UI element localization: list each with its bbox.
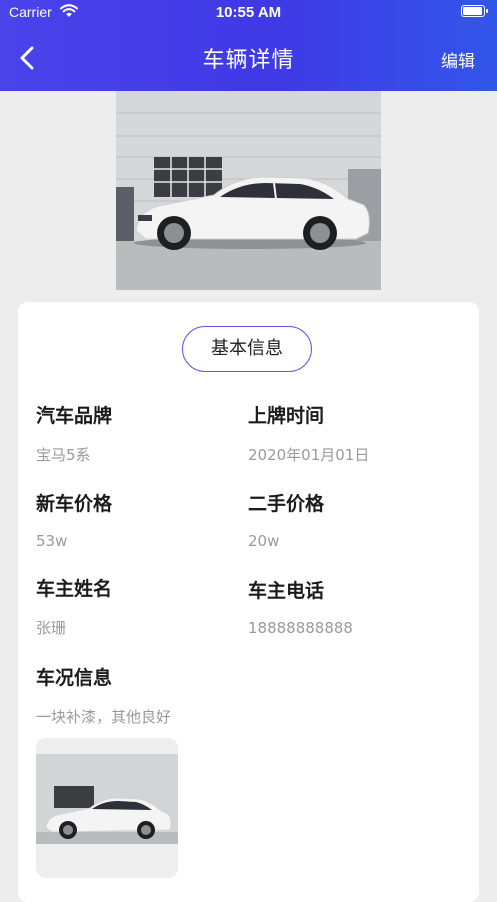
status-bar: Carrier 10:55 AM (0, 0, 497, 26)
field-label: 二手价格 (248, 493, 325, 515)
field-label: 上牌时间 (248, 405, 325, 427)
field-value: 2020年01月01日 (248, 446, 370, 464)
field-owner-name: 车主姓名 张珊 (36, 574, 236, 638)
field-reg-date: 上牌时间 2020年01月01日 (248, 401, 448, 465)
field-new-price: 新车价格 53w (36, 489, 236, 550)
section-title-basic-info: 基本信息 (182, 326, 312, 372)
condition-photo-thumbnail[interactable] (36, 738, 178, 878)
field-label: 车况信息 (36, 667, 113, 689)
car-photo[interactable] (116, 91, 381, 290)
edit-button[interactable]: 编辑 (441, 47, 475, 72)
field-value: 20w (248, 532, 280, 550)
field-value: 18888888888 (248, 619, 353, 637)
field-label: 车主电话 (248, 580, 325, 602)
car-thumbnail-image (36, 738, 178, 862)
field-value: 一块补漆，其他良好 (36, 708, 172, 726)
nav-header: Carrier 10:55 AM 车辆详情 编辑 (0, 0, 497, 91)
field-label: 车主姓名 (36, 578, 113, 600)
battery-icon (461, 5, 488, 17)
field-value: 53w (36, 532, 68, 550)
status-time: 10:55 AM (215, 4, 282, 21)
field-label: 汽车品牌 (36, 405, 113, 427)
vehicle-info-card: 基本信息 汽车品牌 宝马5系 上牌时间 2020年01月01日 新车价格 53w… (18, 302, 479, 902)
field-owner-phone: 车主电话 18888888888 (248, 576, 448, 637)
page-title: 车辆详情 (202, 48, 295, 73)
field-used-price: 二手价格 20w (248, 489, 448, 550)
field-label: 新车价格 (36, 493, 113, 515)
field-condition: 车况信息 一块补漆，其他良好 (36, 663, 336, 727)
field-brand: 汽车品牌 宝马5系 (36, 401, 236, 465)
field-value: 宝马5系 (36, 446, 91, 464)
car-hero-image-area (0, 91, 497, 290)
field-value: 张珊 (36, 619, 67, 637)
